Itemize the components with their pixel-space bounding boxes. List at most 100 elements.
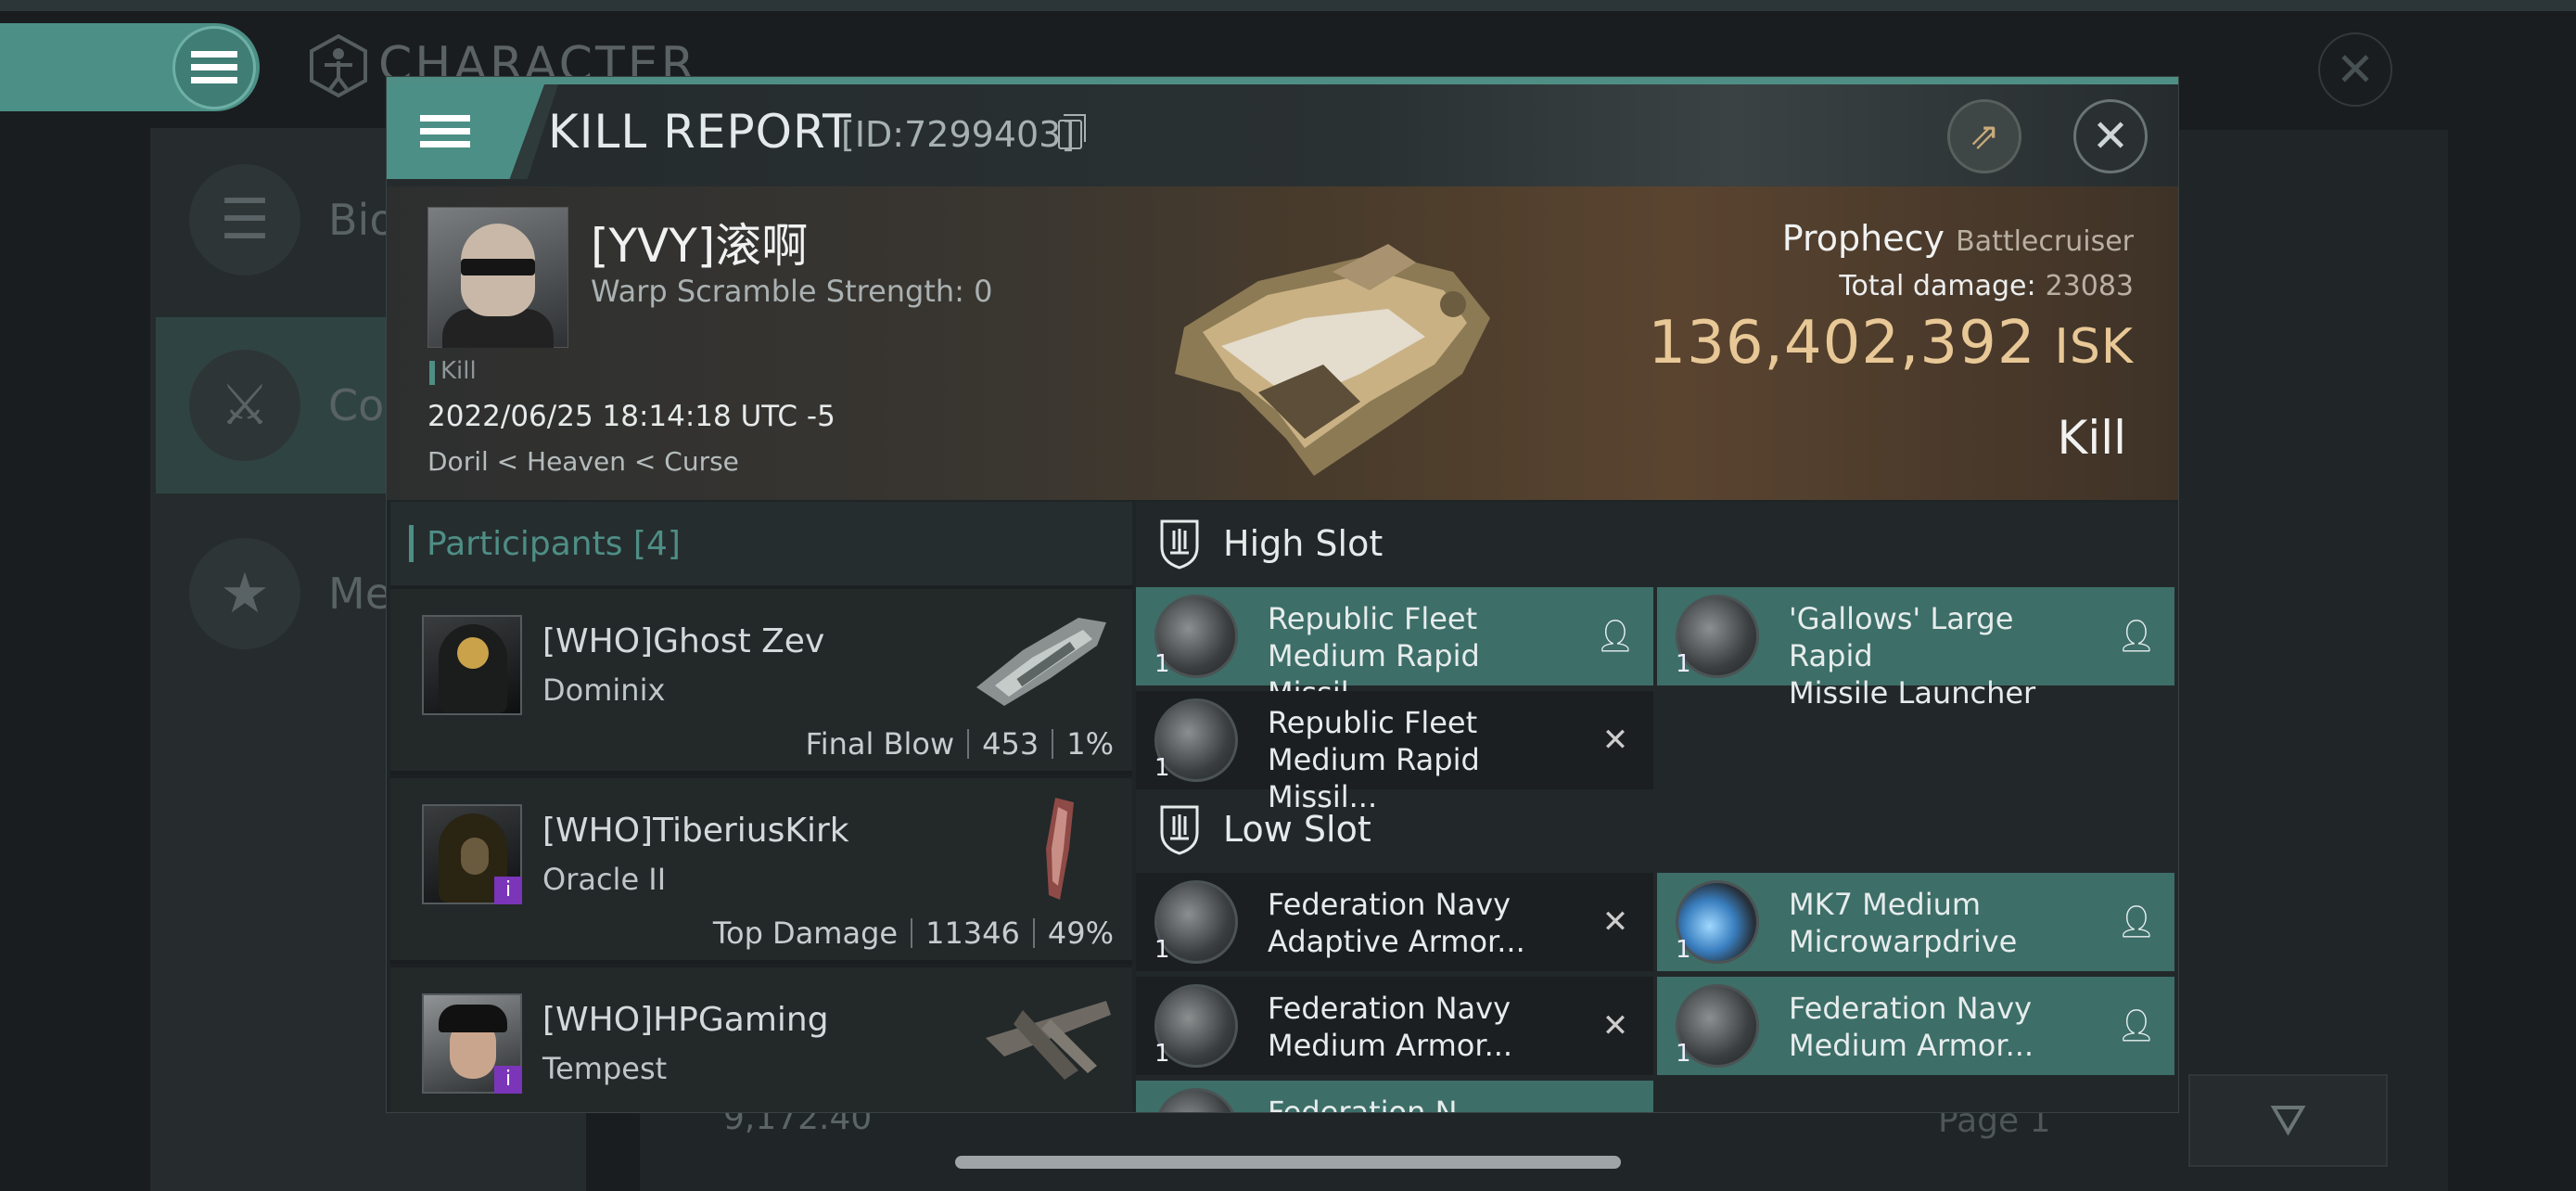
victim-ship[interactable]: Prophecy Battlecruiser [1782, 218, 2134, 259]
home-indicator[interactable] [955, 1156, 1621, 1169]
background-close-button[interactable]: ✕ [2318, 32, 2392, 107]
share-button[interactable]: ⇗ [1947, 99, 2021, 173]
isk-value: 136,402,392 ISK [1648, 309, 2134, 378]
module-name-line2: Missile Launcher [1789, 675, 2036, 711]
module-name-line1: Federation Navy [1789, 991, 2032, 1026]
modal-top-accent [387, 77, 2178, 84]
list-icon: ☰ [189, 164, 300, 275]
copy-icon[interactable] [1058, 120, 1082, 149]
participant-role: Final Blow [805, 726, 955, 762]
divider [911, 918, 913, 948]
fitted-person-icon: 👤︎ [2116, 903, 2157, 941]
isk-amount: 136,402,392 [1648, 309, 2036, 378]
fitted-person-icon: 👤︎ [2116, 1007, 2157, 1044]
modal-close-button[interactable]: ✕ [2073, 99, 2148, 173]
module-name-line2: Medium Armor... [1268, 1028, 1513, 1063]
modal-title: KILL REPORT [548, 105, 852, 159]
module-name-line2: Adaptive Armor... [1268, 924, 1525, 959]
top-strip [0, 0, 2576, 11]
participant-damage: 11346 [925, 916, 1020, 951]
sidebar-item-label: Me [328, 569, 391, 619]
filter-icon: ⛛ [2269, 1094, 2307, 1146]
participant-ship: Tempest [542, 1051, 668, 1086]
kill-id: [ID:7299403] [841, 114, 1076, 155]
victim-avatar-glasses [461, 259, 535, 275]
participant-row[interactable]: [WHO]Ghost Zev Dominix Final Blow 453 1% [390, 589, 1132, 775]
participant-avatar: i [422, 993, 522, 1094]
total-damage-label: Total damage: [1839, 270, 2036, 302]
participant-role: Top Damage [712, 916, 899, 951]
divider [1052, 729, 1054, 759]
share-icon: ⇗ [1969, 115, 2000, 158]
kill-datetime: 2022/06/25 18:14:18 UTC -5 [427, 400, 835, 433]
participant-ship: Oracle II [542, 862, 667, 897]
high-slot-label: High Slot [1223, 523, 1384, 564]
kill-result: Kill [2057, 411, 2126, 465]
destroyed-x-icon: ✕ [1601, 722, 1629, 759]
sidebar-item-label: Co [328, 380, 385, 430]
victim-ship-image[interactable] [1147, 216, 1509, 485]
warp-scramble-strength: Warp Scramble Strength: 0 [591, 274, 993, 309]
module-name-line1: Federation N... [1268, 1095, 1486, 1113]
divider [1032, 918, 1035, 948]
module-item[interactable]: 1 Republic Fleet Medium Rapid Missil... ✕ [1136, 691, 1653, 814]
module-item[interactable]: 1 Republic FleetMedium Rapid Missil... 👤… [1136, 587, 1653, 711]
module-name: MK7 Medium Microwarpdrive [1789, 886, 2095, 960]
module-item[interactable]: Federation N... [1136, 1081, 1653, 1113]
participant-avatar: i [422, 804, 522, 904]
participant-name: [WHO]HPGaming [542, 1001, 829, 1039]
low-slot-header: Low Slot [1136, 788, 2178, 871]
module-quantity: 1 [1154, 650, 1170, 678]
kill-tag-bar [429, 361, 435, 385]
total-damage-value: 23083 [2045, 270, 2134, 302]
module-item[interactable]: 1 Federation Navy Medium Armor... 👤︎ [1657, 977, 2174, 1075]
isk-unit: ISK [2054, 319, 2134, 375]
participant-row[interactable]: i [WHO]HPGaming Tempest [390, 967, 1132, 1112]
victim-name[interactable]: [YVY]滚啊 [591, 209, 808, 275]
participant-stats: Final Blow 453 1% [806, 726, 1114, 762]
participant-row[interactable]: i [WHO]TiberiusKirk Oracle II Top Damage… [390, 778, 1132, 964]
menu-icon [191, 51, 237, 83]
star-icon: ★ [189, 538, 300, 649]
participant-ship: Dominix [542, 672, 666, 708]
info-badge-icon: i [494, 877, 522, 904]
module-quantity: 1 [1676, 936, 1691, 964]
header-accent-bar [409, 525, 414, 562]
fitted-person-icon: 👤︎ [1595, 618, 1636, 655]
module-item[interactable]: 1 Federation Navy Adaptive Armor... ✕ [1136, 873, 1653, 971]
module-item[interactable]: 1 Federation Navy Medium Armor... ✕ [1136, 977, 1653, 1075]
participant-name: [WHO]TiberiusKirk [542, 812, 849, 850]
participants-label: Participants [4] [427, 524, 681, 563]
module-name: 'Gallows' Large Rapid Missile Launcher [1789, 600, 2095, 711]
ship-class: Battlecruiser [1956, 225, 2134, 258]
module-item[interactable]: 1 MK7 Medium Microwarpdrive 👤︎ [1657, 873, 2174, 971]
module-quantity: 1 [1154, 936, 1170, 964]
character-icon [310, 33, 367, 98]
module-quantity: 1 [1154, 754, 1170, 782]
close-icon: ✕ [2336, 43, 2375, 96]
background-menu-button[interactable] [172, 26, 256, 109]
participant-percent: 1% [1066, 726, 1114, 762]
participant-percent: 49% [1047, 916, 1114, 951]
participant-ship-image [986, 1001, 1111, 1080]
high-slot-header: High Slot [1136, 502, 2178, 585]
menu-icon [420, 115, 470, 147]
module-name-line1: Republic Fleet [1268, 601, 1478, 636]
total-damage: Total damage: 23083 [1839, 270, 2134, 302]
armor-module-icon [1154, 1088, 1238, 1112]
filter-button[interactable]: ⛛ [2188, 1074, 2388, 1167]
low-slot-icon [1160, 805, 1199, 855]
participant-stats: Top Damage 11346 49% [713, 916, 1114, 951]
module-name: Federation Navy Medium Armor... [1789, 990, 2095, 1064]
destroyed-x-icon: ✕ [1601, 903, 1629, 941]
divider [967, 729, 970, 759]
module-quantity: 1 [1154, 1040, 1170, 1068]
module-name: Federation N... [1268, 1094, 1574, 1113]
destroyed-x-icon: ✕ [1601, 1007, 1629, 1044]
module-name-line1: MK7 Medium [1789, 887, 1982, 922]
high-slot-icon [1160, 519, 1199, 570]
module-name-line1: 'Gallows' Large Rapid [1789, 601, 2014, 673]
kill-location[interactable]: Doril < Heaven < Curse [427, 446, 739, 477]
kill-report-modal: KILL REPORT [ID:7299403] ⇗ ✕ [YVY]滚啊 War… [386, 76, 2179, 1113]
module-item[interactable]: 1 'Gallows' Large Rapid Missile Launcher … [1657, 587, 2174, 711]
